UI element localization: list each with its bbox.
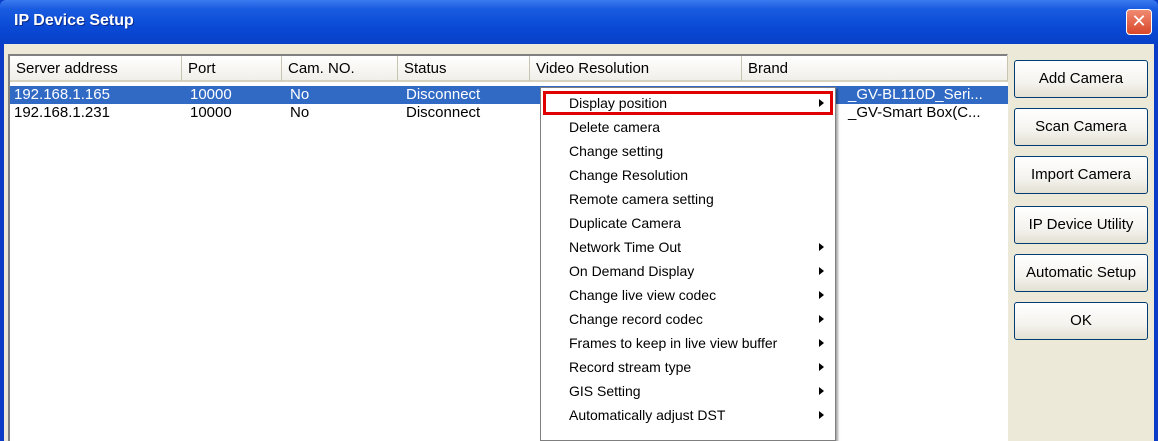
submenu-arrow-icon <box>819 363 824 371</box>
menu-item-label: Change live view codec <box>569 287 717 303</box>
column-header-status[interactable]: Status <box>398 56 530 82</box>
submenu-arrow-icon <box>819 99 824 107</box>
add-camera-button[interactable]: Add Camera <box>1014 60 1148 98</box>
column-header-cam-no[interactable]: Cam. NO. <box>282 56 398 82</box>
column-header-port[interactable]: Port <box>182 56 282 82</box>
menu-item-label: Display position <box>569 95 668 111</box>
menu-item-label: Change record codec <box>569 311 703 327</box>
window-title: IP Device Setup <box>14 12 134 29</box>
menu-item-display-position[interactable]: Display position <box>543 91 833 115</box>
title-bar[interactable]: IP Device Setup ✕ <box>0 0 1158 44</box>
ip-device-utility-button[interactable]: IP Device Utility <box>1014 206 1148 244</box>
cell-server-address: 192.168.1.165 <box>14 86 110 103</box>
automatic-setup-button[interactable]: Automatic Setup <box>1014 254 1148 292</box>
menu-item-label: Automatically adjust DST <box>569 407 726 423</box>
submenu-arrow-icon <box>819 339 824 347</box>
submenu-arrow-icon <box>819 267 824 275</box>
menu-item-delete-camera[interactable]: Delete camera <box>543 115 833 139</box>
column-header-brand[interactable]: Brand <box>742 56 1008 82</box>
menu-item-frames-to-keep[interactable]: Frames to keep in live view buffer <box>543 331 833 355</box>
column-header-video-resolution[interactable]: Video Resolution <box>530 56 742 82</box>
camera-list[interactable]: Server address Port Cam. NO. Status Vide… <box>8 54 1008 441</box>
menu-item-change-record-codec[interactable]: Change record codec <box>543 307 833 331</box>
menu-item-label: Change setting <box>569 143 664 159</box>
menu-item-change-live-view-codec[interactable]: Change live view codec <box>543 283 833 307</box>
menu-item-label: Frames to keep in live view buffer <box>569 335 778 351</box>
cell-port: 10000 <box>190 104 232 121</box>
menu-item-record-stream-type[interactable]: Record stream type <box>543 355 833 379</box>
submenu-arrow-icon <box>819 315 824 323</box>
menu-item-change-resolution[interactable]: Change Resolution <box>543 163 833 187</box>
menu-item-duplicate-camera[interactable]: Duplicate Camera <box>543 211 833 235</box>
menu-item-label: Duplicate Camera <box>569 215 682 231</box>
cell-port: 10000 <box>190 86 232 103</box>
menu-item-label: Record stream type <box>569 359 692 375</box>
menu-item-network-time-out[interactable]: Network Time Out <box>543 235 833 259</box>
cell-cam-no: No <box>290 86 310 103</box>
menu-item-label: GIS Setting <box>569 383 641 399</box>
submenu-arrow-icon <box>819 243 824 251</box>
cell-server-address: 192.168.1.231 <box>14 104 110 121</box>
menu-item-remote-camera-setting[interactable]: Remote camera setting <box>543 187 833 211</box>
menu-item-label: Network Time Out <box>569 239 682 255</box>
table-row[interactable]: 192.168.1.231 10000 No Disconnect _GV-Sm… <box>10 104 1008 122</box>
scan-camera-button[interactable]: Scan Camera <box>1014 108 1148 146</box>
submenu-arrow-icon <box>819 291 824 299</box>
cell-brand: _GV-Smart Box(C... <box>848 104 981 121</box>
menu-item-label: Change Resolution <box>569 167 689 183</box>
menu-item-on-demand-display[interactable]: On Demand Display <box>543 259 833 283</box>
import-camera-button[interactable]: Import Camera <box>1014 156 1148 194</box>
close-icon[interactable]: ✕ <box>1126 9 1152 35</box>
table-row[interactable]: 192.168.1.165 10000 No Disconnect _GV-BL… <box>10 86 1008 104</box>
menu-item-gis-setting[interactable]: GIS Setting <box>543 379 833 403</box>
column-header-server-address[interactable]: Server address <box>10 56 182 82</box>
cell-status: Disconnect <box>406 104 481 121</box>
cell-status: Disconnect <box>406 86 481 103</box>
menu-item-label: Delete camera <box>569 119 661 135</box>
context-menu: Display position Delete camera Change se… <box>540 87 836 441</box>
submenu-arrow-icon <box>819 387 824 395</box>
menu-item-automatically-adjust-dst[interactable]: Automatically adjust DST <box>543 403 833 427</box>
submenu-arrow-icon <box>819 411 824 419</box>
ok-button[interactable]: OK <box>1014 302 1148 340</box>
cell-brand: _GV-BL110D_Seri... <box>848 86 983 103</box>
ip-device-setup-window: IP Device Setup ✕ Server address Port Ca… <box>0 0 1158 441</box>
cell-cam-no: No <box>290 104 310 121</box>
menu-item-label: Remote camera setting <box>569 191 714 207</box>
menu-item-label: On Demand Display <box>569 263 695 279</box>
menu-item-change-setting[interactable]: Change setting <box>543 139 833 163</box>
